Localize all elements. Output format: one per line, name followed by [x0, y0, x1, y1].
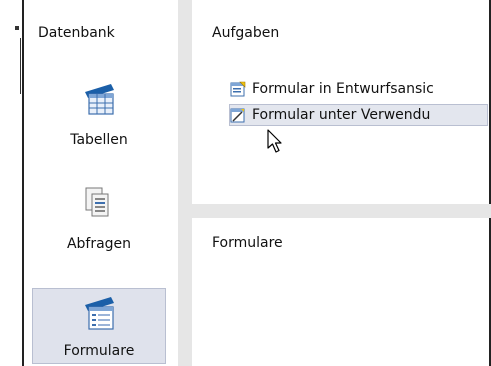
mouse-cursor-icon	[267, 129, 282, 153]
tasks-title: Aufgaben	[212, 25, 280, 41]
sidebar-item-formulare[interactable]: Formulare	[32, 288, 166, 364]
forms-title: Formulare	[212, 235, 283, 251]
form-design-icon	[230, 81, 246, 97]
table-icon	[85, 84, 114, 115]
task-label: Formular in Entwurfsansic	[252, 81, 434, 97]
database-sidebar: Datenbank Tabellen Abfragen Formulare	[22, 0, 178, 366]
sidebar-item-label: Abfragen	[66, 236, 132, 252]
sidebar-item-label: Formulare	[63, 343, 135, 359]
sidebar-item-tabellen[interactable]: Tabellen	[32, 76, 166, 152]
sidebar-title: Datenbank	[38, 25, 115, 41]
task-form-wizard[interactable]: Formular unter Verwendu	[229, 104, 488, 126]
task-form-design[interactable]: Formular in Entwurfsansic	[230, 78, 489, 100]
left-edge	[0, 0, 22, 366]
sidebar-item-label: Tabellen	[70, 132, 128, 148]
forms-panel: Formulare	[192, 218, 491, 366]
edge-line	[20, 38, 21, 94]
task-label: Formular unter Verwendu	[252, 107, 431, 123]
sidebar-item-abfragen[interactable]: Abfragen	[32, 180, 166, 256]
vertical-splitter[interactable]	[178, 0, 192, 366]
horizontal-splitter[interactable]	[192, 204, 491, 218]
query-icon	[85, 187, 109, 217]
form-icon	[85, 297, 114, 330]
form-wizard-icon	[230, 108, 245, 123]
edge-dot	[15, 26, 19, 30]
tasks-panel: Aufgaben Formular in Entwurfsansic Formu…	[192, 0, 491, 204]
